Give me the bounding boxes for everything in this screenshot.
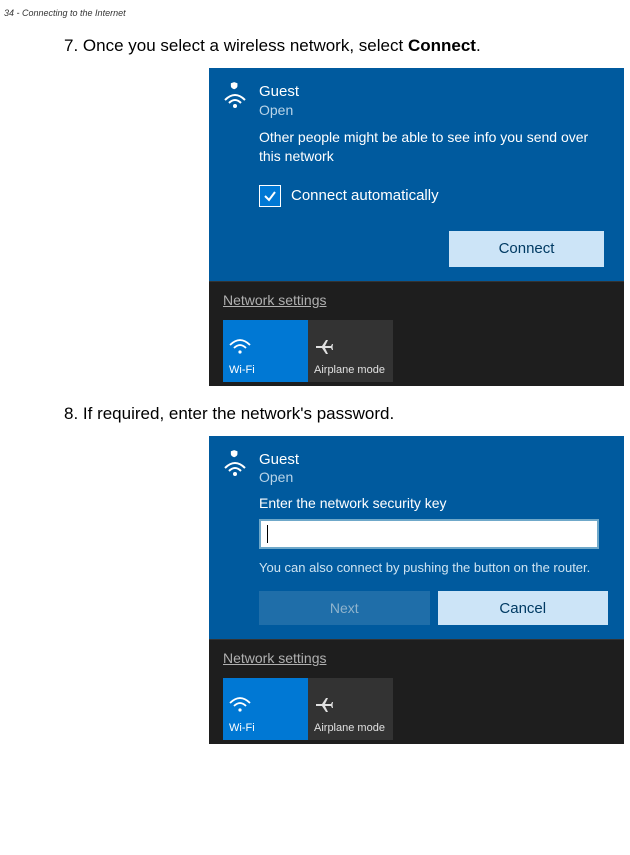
cancel-button[interactable]: Cancel	[438, 591, 609, 625]
quick-tiles: Wi-Fi Airplane mode	[223, 668, 610, 740]
settings-bar: Network settings Wi-Fi Air	[209, 281, 624, 386]
quick-tiles: Wi-Fi Airplane mode	[223, 310, 610, 382]
airplane-tile[interactable]: Airplane mode	[308, 678, 393, 740]
action-buttons: Next Cancel	[259, 591, 608, 625]
network-panel: Guest Open Enter the network security ke…	[209, 436, 624, 640]
wifi-tile-label: Wi-Fi	[229, 364, 302, 376]
network-warning: Other people might be able to see info y…	[259, 128, 608, 167]
wifi-tile[interactable]: Wi-Fi	[223, 320, 308, 382]
page-header: 34 - Connecting to the Internet	[4, 8, 610, 18]
connect-button[interactable]: Connect	[449, 231, 604, 267]
wifi-secure-icon	[223, 450, 247, 478]
wifi-secure-icon	[223, 82, 247, 110]
security-key-input[interactable]	[259, 519, 599, 549]
step-7-instruction: 7. Once you select a wireless network, s…	[64, 36, 610, 56]
auto-connect-label: Connect automatically	[291, 187, 439, 204]
airplane-icon	[314, 334, 387, 358]
airplane-icon	[314, 692, 387, 716]
wifi-icon	[229, 692, 302, 716]
input-cursor	[267, 525, 268, 543]
network-flyout-connect: Guest Open Other people might be able to…	[209, 68, 624, 386]
step-8-instruction: 8. If required, enter the network's pass…	[64, 404, 610, 424]
network-flyout-password: Guest Open Enter the network security ke…	[209, 436, 624, 745]
wifi-tile-label: Wi-Fi	[229, 722, 302, 734]
wifi-icon	[229, 334, 302, 358]
router-hint: You can also connect by pushing the butt…	[259, 559, 608, 577]
network-name: Guest	[259, 450, 299, 470]
step-7-text-bold: Connect	[408, 36, 476, 55]
network-header: Guest Open	[223, 450, 608, 486]
auto-connect-checkbox[interactable]	[259, 185, 281, 207]
network-settings-link[interactable]: Network settings	[223, 292, 326, 308]
airplane-tile-label: Airplane mode	[314, 722, 387, 734]
next-button: Next	[259, 591, 430, 625]
network-settings-link[interactable]: Network settings	[223, 650, 326, 666]
auto-connect-row[interactable]: Connect automatically	[259, 185, 608, 207]
network-status: Open	[259, 469, 299, 485]
wifi-tile[interactable]: Wi-Fi	[223, 678, 308, 740]
network-header: Guest Open	[223, 82, 608, 118]
network-status: Open	[259, 102, 299, 118]
airplane-tile[interactable]: Airplane mode	[308, 320, 393, 382]
step-7-text-prefix: 7. Once you select a wireless network, s…	[64, 36, 408, 55]
airplane-tile-label: Airplane mode	[314, 364, 387, 376]
step-7-text-suffix: .	[476, 36, 481, 55]
security-key-prompt: Enter the network security key	[259, 495, 608, 511]
network-name: Guest	[259, 82, 299, 102]
settings-bar: Network settings Wi-Fi Air	[209, 639, 624, 744]
network-panel: Guest Open Other people might be able to…	[209, 68, 624, 281]
